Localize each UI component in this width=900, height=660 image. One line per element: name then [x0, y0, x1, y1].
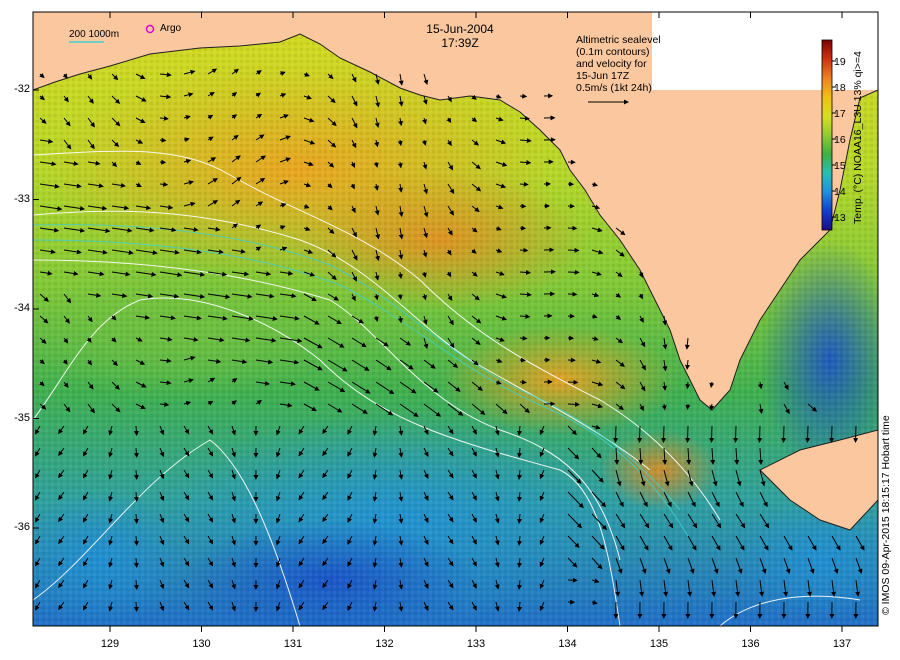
velocity-arrow — [637, 425, 643, 443]
velocity-arrow — [709, 425, 715, 443]
velocity-arrow — [685, 403, 691, 410]
timestamp: 15-Jun-2004 17:39Z — [400, 22, 520, 50]
colorbar-tick-label: 13 — [834, 212, 846, 224]
velocity-arrow — [685, 425, 691, 443]
note-line: and velocity for — [576, 58, 647, 70]
velocity-arrow — [567, 401, 580, 407]
y-tick-label: -36 — [14, 521, 30, 533]
x-tick-label: 129 — [100, 638, 120, 650]
credit-footer: © IMOS 09-Apr-2015 18:15:17 Hobart time — [880, 415, 892, 615]
colorbar-tick-label: 14 — [834, 186, 846, 198]
velocity-arrow — [853, 425, 859, 443]
velocity-arrow — [613, 425, 619, 443]
velocity-arrow — [159, 159, 167, 165]
velocity-arrow — [567, 269, 580, 275]
velocity-arrow — [829, 425, 835, 443]
velocity-arrow — [733, 425, 739, 443]
velocity-arrow — [133, 447, 139, 458]
isobath-legend-label: 200 1000m — [69, 29, 120, 40]
velocity-arrow — [519, 115, 530, 121]
velocity-arrow — [133, 579, 139, 590]
velocity-arrow — [781, 425, 787, 443]
velocity-arrow — [133, 601, 139, 612]
velocity-arrow — [567, 379, 579, 385]
y-tick-label: -35 — [14, 411, 30, 424]
velocity-arrow — [159, 137, 167, 143]
altimetry-note: Altimetric sealevel (0.1m contours) and … — [576, 34, 661, 94]
note-line: Altimetric sealevel — [576, 34, 661, 46]
sst-map: 19 18 17 16 15 14 13 — [32, 11, 879, 632]
velocity-arrow — [685, 381, 691, 390]
x-tick-label: 131 — [283, 638, 303, 650]
x-tick-label: 133 — [466, 638, 486, 650]
x-tick-label: 130 — [192, 638, 211, 650]
x-tick-label: 137 — [832, 638, 852, 650]
colorbar-title: Temp. (°C) NOAA16_L3U 13% qi>=4 — [852, 51, 864, 224]
velocity-arrow — [133, 491, 139, 502]
velocity-arrow — [133, 535, 139, 546]
x-tick-label: 132 — [375, 638, 394, 650]
x-tick-label: 135 — [649, 638, 669, 650]
note-line: 0.5m/s (1kt 24h) — [576, 82, 652, 94]
time-label: 17:39Z — [441, 36, 479, 50]
colorbar-tick-label: 18 — [834, 82, 846, 94]
velocity-arrow — [519, 93, 528, 99]
velocity-arrow — [133, 425, 139, 436]
velocity-arrow — [805, 425, 811, 443]
velocity-arrow — [133, 557, 139, 568]
x-tick-label: 134 — [558, 638, 577, 650]
velocity-arrow — [133, 513, 139, 524]
colorbar-tick-label: 19 — [834, 56, 846, 68]
x-tick-label: 136 — [741, 638, 760, 650]
date-label: 15-Jun-2004 — [426, 22, 494, 36]
velocity-arrow — [661, 425, 667, 443]
note-line: 15-Jun 17Z — [576, 70, 630, 82]
y-tick-label: -33 — [14, 192, 30, 205]
velocity-arrow — [567, 247, 580, 253]
velocity-arrow — [519, 181, 529, 187]
velocity-arrow — [133, 469, 139, 480]
y-tick-label: -34 — [14, 302, 30, 314]
velocity-arrow — [519, 379, 527, 385]
colorbar-tick-label: 16 — [834, 134, 846, 146]
colorbar-tick-label: 15 — [834, 160, 846, 172]
argo-legend-label: Argo — [160, 23, 182, 34]
velocity-arrow — [519, 247, 529, 253]
velocity-arrow — [757, 425, 763, 443]
note-line: (0.1m contours) — [576, 46, 650, 58]
velocity-arrow — [519, 335, 528, 341]
y-tick-label: -32 — [14, 83, 30, 95]
colorbar-tick-label: 17 — [834, 108, 846, 120]
